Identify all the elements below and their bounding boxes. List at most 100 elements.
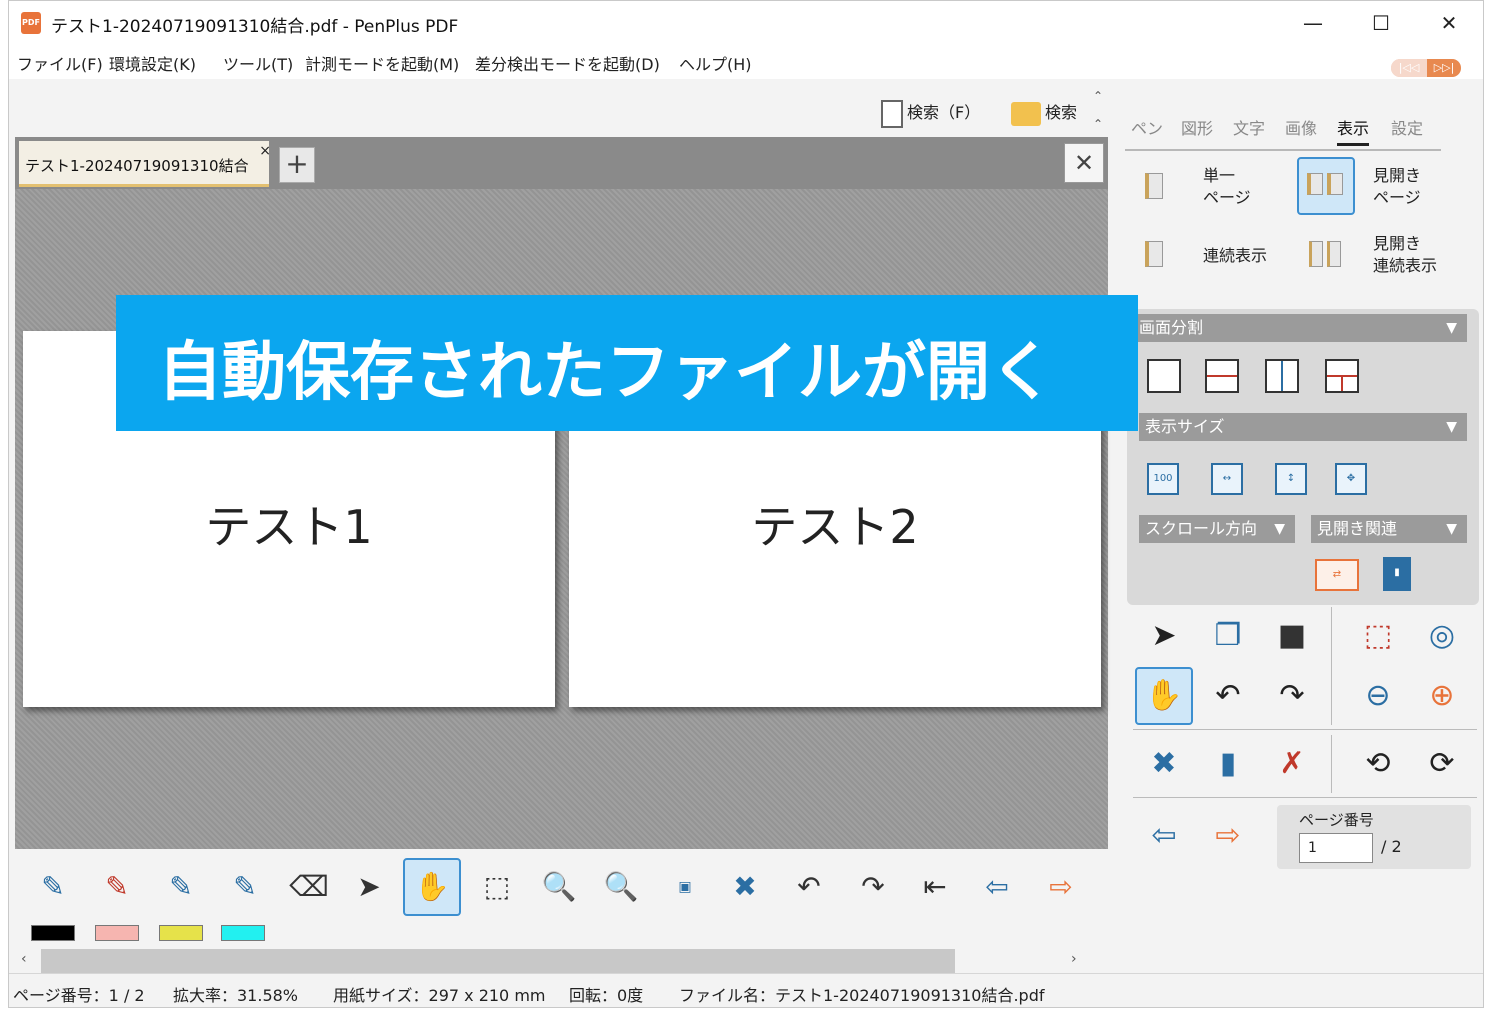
- menu-diff-mode[interactable]: 差分検出モードを起動(D): [475, 51, 660, 75]
- undo-icon[interactable]: ↶: [785, 859, 833, 915]
- panel-prev-page-icon[interactable]: ⇦: [1141, 813, 1187, 859]
- color-swatch-yellow[interactable]: [159, 925, 203, 941]
- book-icon[interactable]: ▮: [1383, 557, 1411, 591]
- select-pointer-icon[interactable]: ➤: [1141, 613, 1187, 659]
- scroll-direction-dropdown[interactable]: スクロール方向 ▼: [1139, 515, 1295, 543]
- panel-next-page-icon[interactable]: ⇨: [1205, 813, 1251, 859]
- close-window-button[interactable]: ✕: [1415, 1, 1483, 45]
- single-page-icon[interactable]: [1145, 173, 1163, 199]
- actual-size-icon[interactable]: ▣: [661, 859, 709, 915]
- menu-tools[interactable]: ツール(T): [223, 51, 293, 75]
- close-document-button[interactable]: ✕: [1064, 143, 1104, 183]
- last-page-button[interactable]: ▷▷|: [1427, 59, 1461, 77]
- scroll-left-icon[interactable]: ‹: [21, 951, 27, 967]
- continuous-button[interactable]: 連続表示: [1203, 245, 1267, 267]
- prev-page-icon[interactable]: ⇦: [973, 859, 1021, 915]
- bottom-toolbar: ✎ ✎ ✎ ✎ ⌫ ➤ ✋ ⬚ 🔍 🔍 ▣ ✖ ↶ ↷ ⇤ ⇦ ⇨: [15, 849, 1108, 949]
- marker-icon[interactable]: ✎: [157, 859, 205, 915]
- page-number-input[interactable]: 1: [1299, 833, 1373, 863]
- eraser-icon[interactable]: ⌫: [285, 859, 333, 915]
- remove-page-icon[interactable]: ✗: [1269, 741, 1315, 787]
- delete-page-icon[interactable]: ✖: [721, 859, 769, 915]
- menu-file[interactable]: ファイル(F): [17, 51, 103, 75]
- menu-help[interactable]: ヘルプ(H): [679, 51, 752, 75]
- display-size-label: 表示サイズ: [1145, 417, 1225, 436]
- area-select-icon[interactable]: ⬚: [473, 859, 521, 915]
- text-marker-icon[interactable]: ✎: [221, 859, 269, 915]
- pen1-icon[interactable]: ✎: [29, 859, 77, 915]
- send-back-icon[interactable]: ■: [1269, 613, 1315, 659]
- pen2-icon[interactable]: ✎: [93, 859, 141, 915]
- tab-pen[interactable]: ペン: [1131, 115, 1163, 139]
- area-capture-icon[interactable]: ⬚: [1355, 613, 1401, 659]
- tab-image[interactable]: 画像: [1285, 115, 1317, 139]
- menu-settings[interactable]: 環境設定(K): [109, 51, 196, 75]
- fit-height-icon[interactable]: ↕: [1275, 463, 1307, 495]
- panel-zoom-out-icon[interactable]: ⊖: [1355, 673, 1401, 719]
- split-horizontal-icon[interactable]: [1205, 359, 1239, 393]
- zoom-in-icon[interactable]: 🔍: [597, 859, 645, 915]
- panel-redo-icon[interactable]: ↷: [1269, 673, 1315, 719]
- rotate-left-icon[interactable]: ⟲: [1355, 741, 1401, 787]
- split-none-icon[interactable]: [1147, 359, 1181, 393]
- display-size-header[interactable]: 表示サイズ ▼: [1139, 413, 1467, 441]
- screen-split-label: 画面分割: [1139, 318, 1204, 337]
- spread-page-selected[interactable]: [1297, 157, 1355, 215]
- maximize-button[interactable]: ☐: [1347, 1, 1415, 45]
- document-tab[interactable]: テスト1-20240719091310結合 ×: [19, 141, 271, 187]
- swap-pages-icon[interactable]: ⇄: [1315, 559, 1359, 591]
- rotate-right-icon[interactable]: ⟳: [1419, 741, 1465, 787]
- folder-search-icon: [1011, 101, 1041, 126]
- tab-divider: [1125, 149, 1441, 151]
- delete-page-pointer-icon[interactable]: ✖: [1141, 741, 1187, 787]
- page-nav-pill: |◁◁ ▷▷|: [1391, 59, 1461, 77]
- spread-related-dropdown[interactable]: 見開き関連 ▼: [1311, 515, 1467, 543]
- continuous-icon[interactable]: [1145, 241, 1163, 267]
- delete-page-block-icon[interactable]: ▮: [1205, 741, 1251, 787]
- zoom-out-icon[interactable]: 🔍: [535, 859, 583, 915]
- spread-page-button[interactable]: 見開き ページ: [1373, 165, 1421, 209]
- scroll-right-icon[interactable]: ›: [1071, 951, 1077, 967]
- folder-search-button[interactable]: 検索: [1011, 99, 1077, 126]
- text-search-button[interactable]: 検索（F）: [881, 99, 980, 128]
- add-tab-button[interactable]: +: [279, 147, 315, 183]
- scroll-thumb[interactable]: [41, 949, 955, 973]
- panel-zoom-in-icon[interactable]: ⊕: [1419, 673, 1465, 719]
- spread-continuous-left-icon[interactable]: [1309, 241, 1323, 267]
- divider: [1133, 797, 1477, 798]
- next-page-icon[interactable]: ⇨: [1037, 859, 1085, 915]
- split-vertical-icon[interactable]: [1265, 359, 1299, 393]
- bring-front-icon[interactable]: ❐: [1205, 613, 1251, 659]
- collapse-up-icon[interactable]: ⌃: [1093, 89, 1103, 103]
- horizontal-scrollbar[interactable]: ‹ ›: [15, 949, 1089, 973]
- fit-page-icon[interactable]: ✥: [1335, 463, 1367, 495]
- document-viewer[interactable]: テスト1 テスト2: [15, 189, 1108, 849]
- select-arrow-icon[interactable]: ➤: [345, 859, 393, 915]
- screen-split-header[interactable]: 画面分割 ▼: [1133, 314, 1467, 342]
- color-swatch-pink[interactable]: [95, 925, 139, 941]
- menu-measure-mode[interactable]: 計測モードを起動(M): [305, 51, 459, 75]
- redo-icon[interactable]: ↷: [849, 859, 897, 915]
- panel-undo-icon[interactable]: ↶: [1205, 673, 1251, 719]
- color-swatch-black[interactable]: [31, 925, 75, 941]
- actual-size-button[interactable]: 100: [1147, 463, 1179, 495]
- minimize-button[interactable]: —: [1279, 1, 1347, 45]
- tab-shape[interactable]: 図形: [1181, 115, 1213, 139]
- first-page-icon[interactable]: ⇤: [911, 859, 959, 915]
- tab-settings[interactable]: 設定: [1391, 115, 1423, 139]
- tab-display[interactable]: 表示: [1337, 115, 1370, 146]
- color-swatch-cyan[interactable]: [221, 925, 265, 941]
- tab-close-icon[interactable]: ×: [259, 143, 271, 159]
- panel-hand-tool-icon[interactable]: ✋: [1135, 667, 1193, 725]
- document-search-icon: [881, 99, 903, 128]
- first-page-button[interactable]: |◁◁: [1391, 59, 1427, 77]
- collapse-up-icon-2[interactable]: ⌃: [1093, 117, 1103, 131]
- hand-tool-icon[interactable]: ✋: [403, 858, 461, 916]
- target-icon[interactable]: ◎: [1419, 613, 1465, 659]
- split-quad-icon[interactable]: [1325, 359, 1359, 393]
- spread-continuous-right-icon[interactable]: [1327, 241, 1341, 267]
- tab-text[interactable]: 文字: [1233, 115, 1265, 139]
- spread-continuous-button[interactable]: 見開き 連続表示: [1373, 233, 1437, 277]
- single-page-button[interactable]: 単一 ページ: [1203, 165, 1251, 209]
- fit-width-icon[interactable]: ↔: [1211, 463, 1243, 495]
